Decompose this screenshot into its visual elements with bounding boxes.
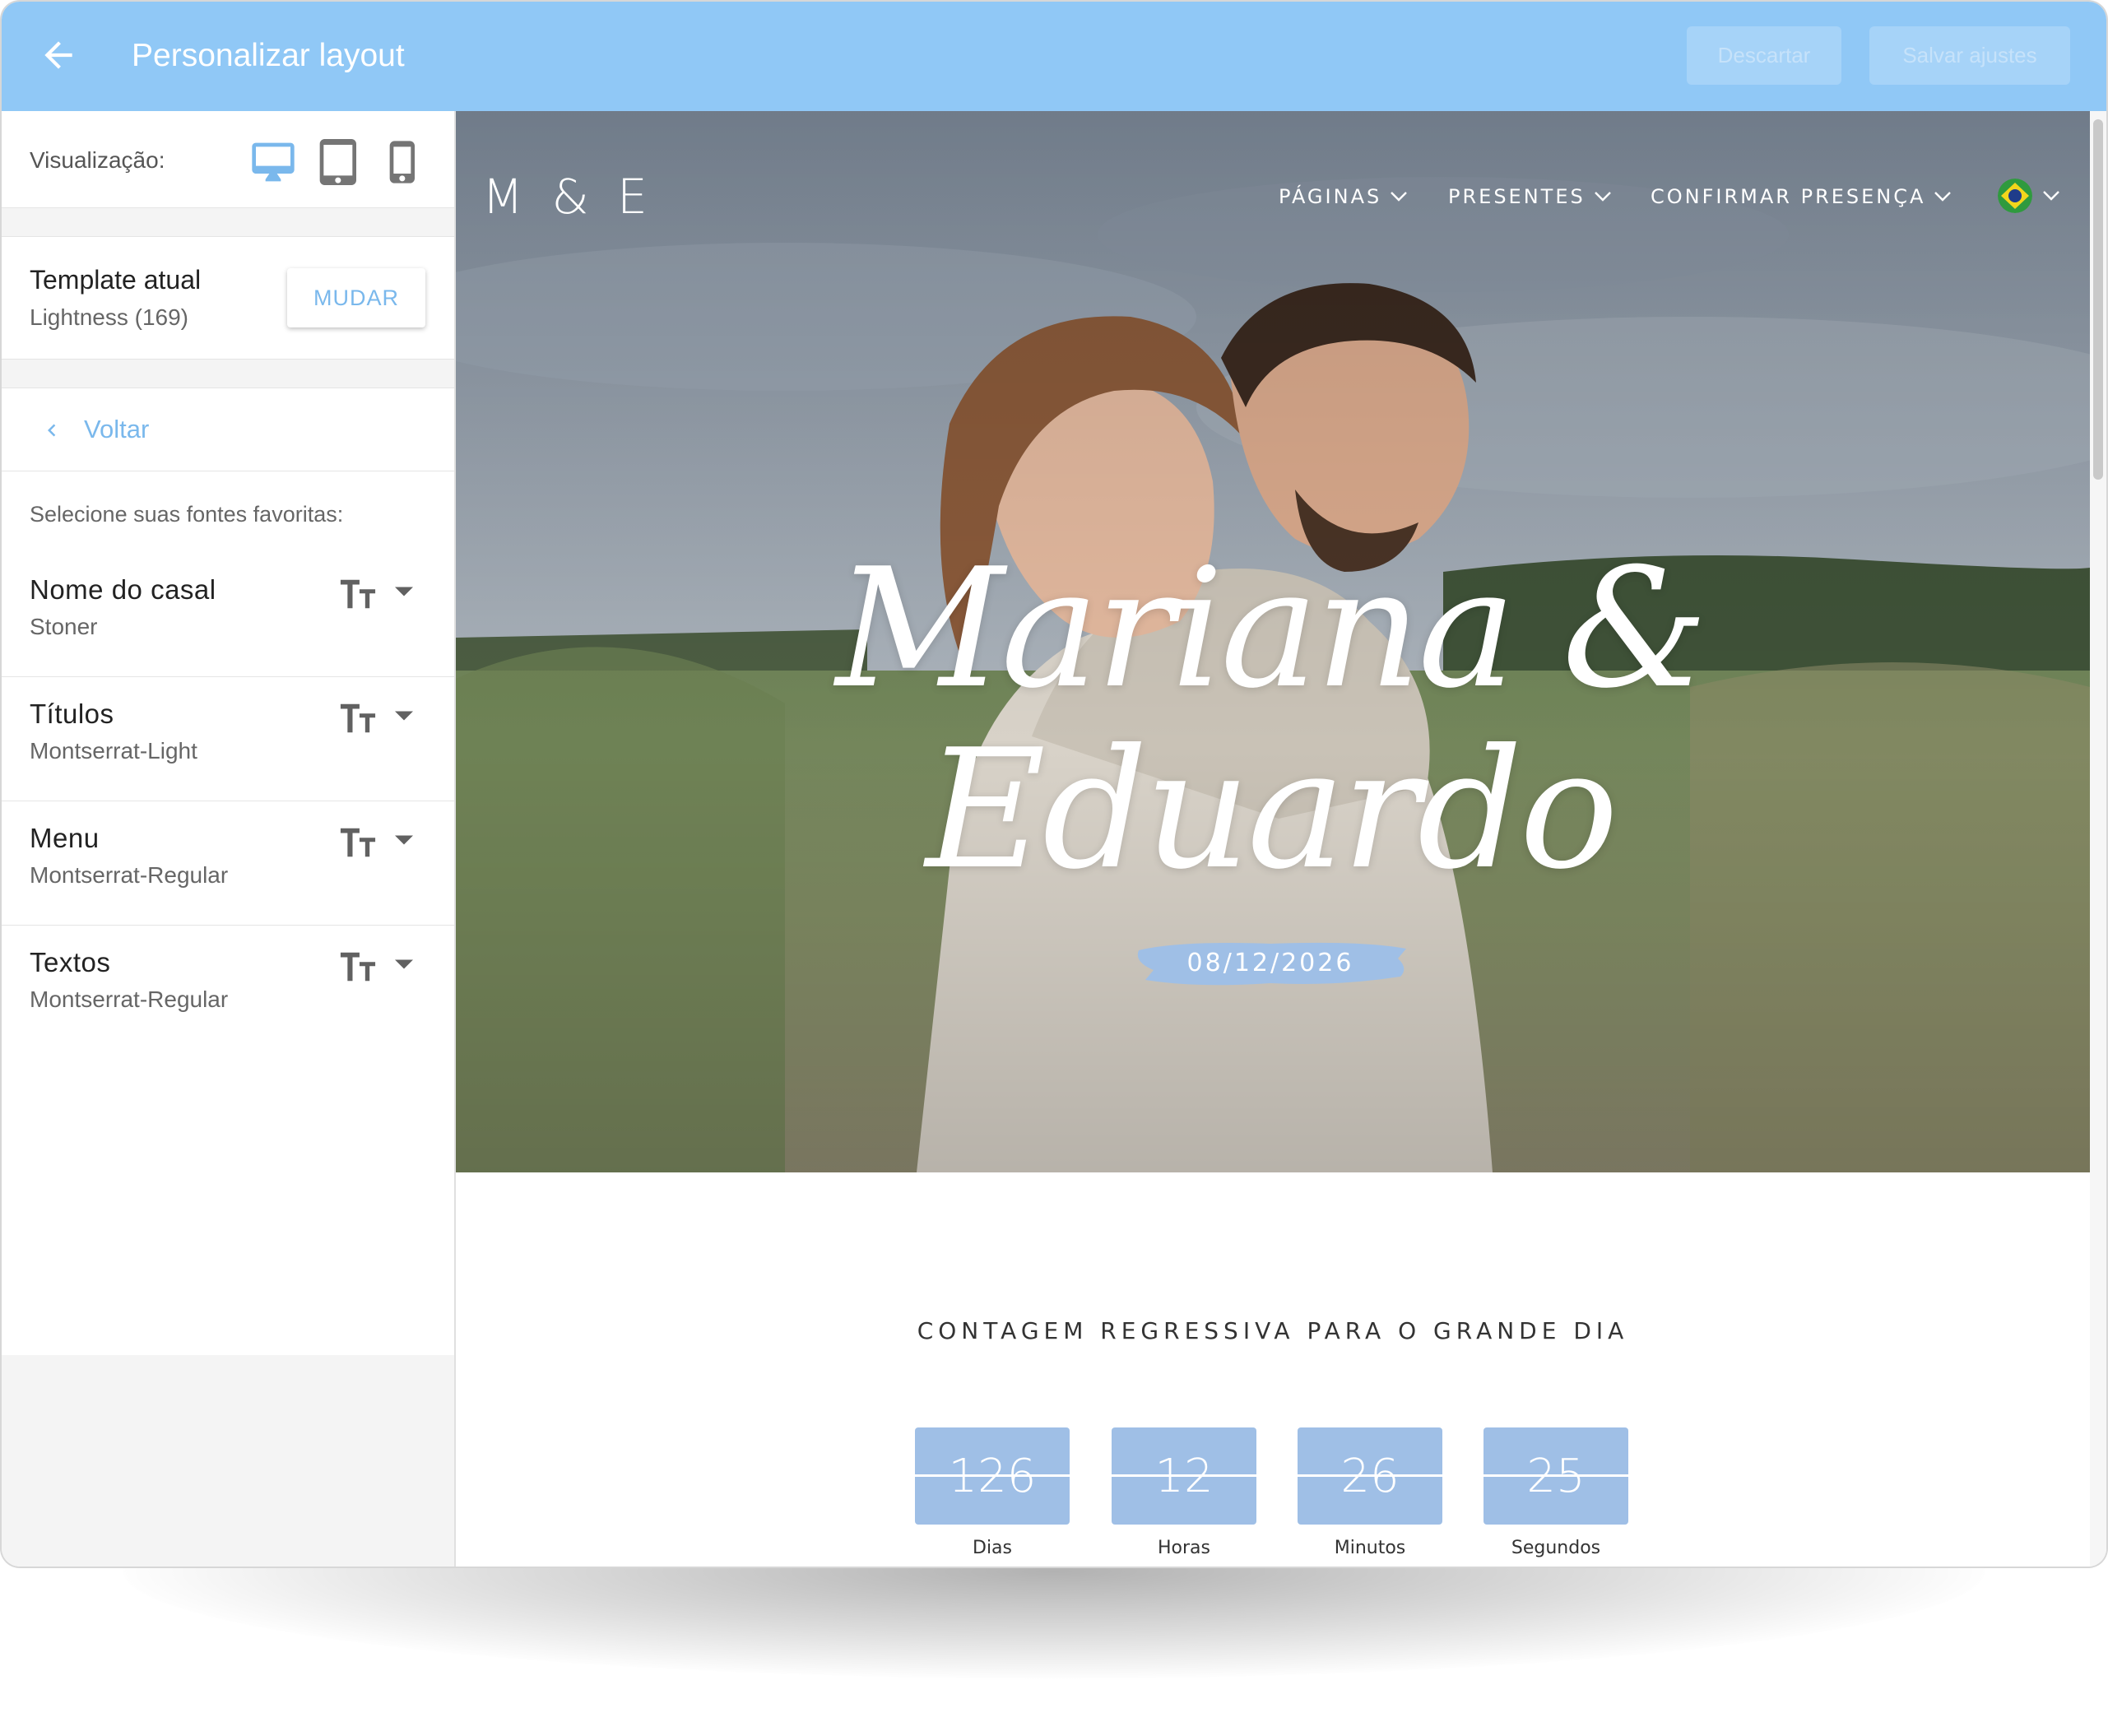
- view-mode-label: Visualização:: [30, 147, 165, 173]
- countdown-divider: [1298, 1474, 1442, 1477]
- mobile-icon[interactable]: [380, 139, 426, 185]
- text-size-icon: [340, 952, 376, 982]
- countdown-seconds-box: 25: [1483, 1427, 1628, 1525]
- hero-banner: M & E PÁGINAS PRESENTES CONFIRMAR PRESEN…: [456, 111, 2090, 1172]
- discard-button[interactable]: Descartar: [1687, 26, 1841, 85]
- back-link[interactable]: Voltar: [2, 388, 454, 471]
- fonts-intro-text: Selecione suas fontes favoritas:: [30, 502, 344, 527]
- countdown-label: Dias: [973, 1538, 1012, 1558]
- chevron-left-icon: [48, 424, 56, 437]
- sidebar: Visualização: Template atual Lightness (…: [2, 111, 456, 1567]
- font-setting-value: Montserrat-Regular: [30, 986, 229, 1012]
- dropdown-arrow-icon[interactable]: [395, 834, 413, 846]
- dropdown-arrow-icon[interactable]: [395, 586, 413, 597]
- save-settings-button[interactable]: Salvar ajustes: [1869, 26, 2070, 85]
- text-size-icon: [340, 579, 376, 609]
- nav-item-rsvp[interactable]: CONFIRMAR PRESENÇA: [1651, 185, 1952, 208]
- brazil-flag-icon[interactable]: [1998, 179, 2032, 213]
- countdown-divider: [915, 1474, 1070, 1477]
- nav-item-label: CONFIRMAR PRESENÇA: [1651, 185, 1926, 208]
- fonts-panel: Voltar Selecione suas fontes favoritas: …: [2, 388, 454, 1355]
- countdown-hours-box: 12: [1112, 1427, 1256, 1525]
- font-setting-value: Montserrat-Regular: [30, 862, 229, 888]
- nav-item-label: PÁGINAS: [1279, 185, 1382, 208]
- dropdown-arrow-icon[interactable]: [395, 959, 413, 970]
- chevron-down-icon: [1594, 192, 1611, 202]
- countdown-days-box: 126: [915, 1427, 1070, 1525]
- top-bar: Personalizar layout Descartar Salvar aju…: [2, 2, 2106, 111]
- font-setting-value: Montserrat-Light: [30, 738, 197, 764]
- font-setting-menu[interactable]: Menu Montserrat-Regular: [2, 801, 454, 926]
- nav-item-label: PRESENTES: [1448, 185, 1586, 208]
- countdown-divider: [1112, 1474, 1256, 1477]
- countdown-title: CONTAGEM REGRESSIVA PARA O GRANDE DIA: [917, 1317, 1629, 1344]
- font-setting-titles[interactable]: Títulos Montserrat-Light: [2, 677, 454, 801]
- countdown-label: Horas: [1158, 1538, 1210, 1558]
- back-link-label: Voltar: [84, 415, 150, 443]
- font-setting-label: Menu: [30, 823, 100, 853]
- font-setting-value: Stoner: [30, 614, 98, 639]
- font-setting-couple-name[interactable]: Nome do casal Stoner: [2, 553, 454, 677]
- nav-item-pages[interactable]: PÁGINAS: [1279, 185, 1408, 208]
- site-preview: M & E PÁGINAS PRESENTES CONFIRMAR PRESEN…: [456, 111, 2106, 1567]
- couple-names-heading: Mariana & Eduardo: [835, 533, 1708, 906]
- template-title: Template atual: [30, 265, 202, 295]
- page-title: Personalizar layout: [132, 38, 405, 73]
- language-chevron-down-icon[interactable]: [2042, 190, 2060, 202]
- tablet-icon[interactable]: [316, 139, 362, 185]
- back-arrow-icon[interactable]: [38, 35, 79, 76]
- desktop-icon[interactable]: [250, 139, 296, 185]
- font-setting-label: Títulos: [30, 699, 114, 729]
- dropdown-arrow-icon[interactable]: [395, 710, 413, 722]
- nav-item-gifts[interactable]: PRESENTES: [1448, 185, 1612, 208]
- countdown-divider: [1483, 1474, 1628, 1477]
- wedding-date-badge: 08/12/2026: [1131, 934, 1410, 991]
- change-template-button[interactable]: MUDAR: [287, 268, 425, 327]
- editor-window: Personalizar layout Descartar Salvar aju…: [2, 2, 2106, 1567]
- font-setting-label: Textos: [30, 947, 111, 977]
- countdown-minutes-box: 26: [1298, 1427, 1442, 1525]
- countdown-label: Minutos: [1334, 1538, 1406, 1558]
- text-size-icon: [340, 703, 376, 733]
- view-mode-panel: Visualização:: [2, 111, 454, 208]
- template-panel: Template atual Lightness (169) MUDAR: [2, 236, 454, 360]
- text-size-icon: [340, 828, 376, 857]
- chevron-down-icon: [1934, 192, 1952, 202]
- chevron-down-icon: [1391, 192, 1408, 202]
- font-setting-label: Nome do casal: [30, 574, 216, 605]
- site-logo[interactable]: M & E: [482, 169, 654, 225]
- preview-scrollbar-thumb[interactable]: [2093, 119, 2103, 480]
- font-setting-texts[interactable]: Textos Montserrat-Regular: [2, 926, 454, 1049]
- wedding-date: 08/12/2026: [1186, 948, 1354, 977]
- countdown-label: Segundos: [1511, 1538, 1601, 1558]
- template-value: Lightness (169): [30, 304, 189, 330]
